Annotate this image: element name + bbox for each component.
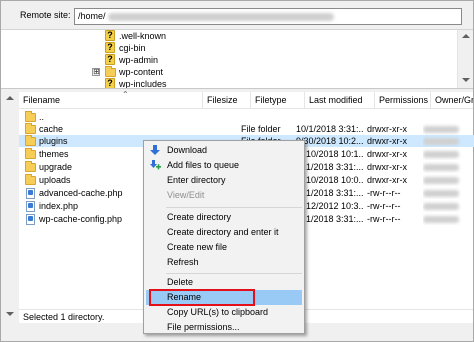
expand-icon[interactable]: ⊞ [92, 68, 100, 76]
file-permissions: drwxr-xr-x [367, 175, 407, 185]
file-permissions: drwxr-xr-x [367, 162, 407, 172]
remote-site-bar: Remote site: /home/ [1, 1, 473, 30]
file-owner [423, 135, 467, 147]
file-modified: 1/2018 3:31:... [306, 188, 364, 198]
menu-item-label: Create directory [167, 212, 232, 222]
menu-item-copy-url[interactable]: Copy URL(s) to clipboard [146, 305, 302, 320]
folder-icon [25, 111, 36, 122]
question-folder-icon: ? [105, 54, 115, 65]
file-name: advanced-cache.php [39, 188, 123, 198]
question-folder-icon: ? [105, 42, 115, 53]
folder-icon [25, 161, 36, 172]
file-modified: 10/2018 10:1... [306, 149, 364, 159]
folder-icon [25, 174, 36, 185]
file-name: upgrade [39, 162, 73, 172]
column-filename[interactable]: Filename [19, 92, 203, 109]
menu-item-label: Delete [167, 277, 194, 287]
file-name: wp-cache-config.php [39, 214, 123, 224]
rename-highlight-outline [149, 289, 255, 306]
tree-item-label: wp-admin [119, 55, 159, 65]
menu-item-refresh[interactable]: Refresh [146, 255, 302, 270]
scroll-down-icon[interactable] [6, 312, 14, 316]
file-row-parent[interactable]: .. [19, 111, 474, 123]
file-owner [423, 148, 467, 160]
file-modified: 10/2018 10:0... [306, 175, 364, 185]
column-last-modified[interactable]: Last modified [305, 92, 375, 109]
file-name: themes [39, 149, 69, 159]
file-name: index.php [39, 201, 79, 211]
file-row-cache[interactable]: cache File folder 10/1/2018 3:31:... drw… [19, 123, 474, 135]
file-owner [423, 213, 467, 225]
menu-item-label: Download [167, 145, 208, 155]
directory-tree[interactable]: ? .well-known ? cgi-bin ? wp-admin ⊞ wp-… [1, 30, 457, 89]
file-permissions: -rw-r--r-- [367, 201, 401, 211]
file-modified: 10/1/2018 3:31:... [296, 124, 364, 134]
menu-item-label: Add files to queue [167, 160, 240, 170]
file-owner [423, 200, 467, 212]
menu-item-label: Create directory and enter it [167, 227, 279, 237]
file-name: .. [39, 112, 45, 122]
tree-item-label: wp-content [119, 67, 164, 77]
file-permissions: -rw-r--r-- [367, 188, 401, 198]
file-modified: 1/2018 3:31:... [306, 214, 364, 224]
php-file-icon [26, 201, 35, 212]
php-file-icon [26, 214, 35, 225]
php-file-icon [26, 188, 35, 199]
file-owner [423, 161, 467, 173]
menu-item-label: Create new file [167, 242, 228, 252]
menu-item-label: File permissions... [167, 322, 240, 332]
column-permissions[interactable]: Permissions [375, 92, 431, 109]
folder-icon [25, 148, 36, 159]
folder-icon [105, 66, 116, 77]
menu-item-enter-directory[interactable]: Enter directory [146, 173, 302, 188]
file-permissions: -rw-r--r-- [367, 214, 401, 224]
file-owner [423, 174, 467, 186]
file-list-header: ⌃ Filename Filesize Filetype Last modifi… [19, 91, 473, 109]
menu-item-label: Refresh [167, 257, 199, 267]
folder-icon [25, 135, 36, 146]
file-permissions: drwxr-xr-x [367, 124, 407, 134]
menu-separator [166, 207, 302, 208]
file-permissions: drwxr-xr-x [367, 136, 407, 146]
menu-item-create-new-file[interactable]: Create new file [146, 240, 302, 255]
file-owner [423, 123, 467, 135]
file-list-scrollbar[interactable] [1, 92, 19, 323]
scroll-up-icon[interactable] [6, 96, 14, 100]
remote-path-text: /home/ [78, 11, 106, 21]
download-arrow-icon [150, 145, 160, 155]
file-name: uploads [39, 175, 71, 185]
redacted-path [107, 12, 334, 21]
menu-separator [166, 273, 302, 274]
menu-item-label: Enter directory [167, 175, 226, 185]
tree-item-label: cgi-bin [119, 43, 146, 53]
folder-icon [25, 123, 36, 134]
add-queue-icon [150, 160, 161, 170]
menu-item-view-edit: View/Edit [146, 188, 302, 203]
remote-path-input[interactable]: /home/ [74, 8, 462, 25]
file-modified: 1/2018 3:31:... [306, 162, 364, 172]
tree-scrollbar[interactable] [457, 30, 473, 88]
scroll-up-icon[interactable] [462, 34, 470, 38]
file-owner [423, 187, 467, 199]
menu-item-create-directory-enter[interactable]: Create directory and enter it [146, 225, 302, 240]
menu-item-delete[interactable]: Delete [146, 275, 302, 290]
file-modified: 12/2012 10:3... [306, 201, 364, 211]
menu-item-add-to-queue[interactable]: Add files to queue [146, 158, 302, 173]
scroll-down-icon[interactable] [462, 78, 470, 82]
column-filetype[interactable]: Filetype [251, 92, 305, 109]
column-owner-group[interactable]: Owner/Gro [431, 92, 473, 109]
file-type: File folder [241, 124, 281, 134]
menu-item-create-directory[interactable]: Create directory [146, 210, 302, 225]
file-permissions: drwxr-xr-x [367, 149, 407, 159]
column-filesize[interactable]: Filesize [203, 92, 251, 109]
file-name: cache [39, 124, 64, 134]
remote-site-label: Remote site: [20, 10, 71, 20]
menu-item-label: Copy URL(s) to clipboard [167, 307, 269, 317]
menu-item-label: View/Edit [167, 190, 205, 200]
menu-item-file-permissions[interactable]: File permissions... [146, 320, 302, 335]
tree-item-label: .well-known [119, 31, 167, 41]
question-folder-icon: ? [105, 30, 115, 41]
menu-item-download[interactable]: Download [146, 143, 302, 158]
file-modified: 9/30/2018 10:2... [296, 136, 364, 146]
